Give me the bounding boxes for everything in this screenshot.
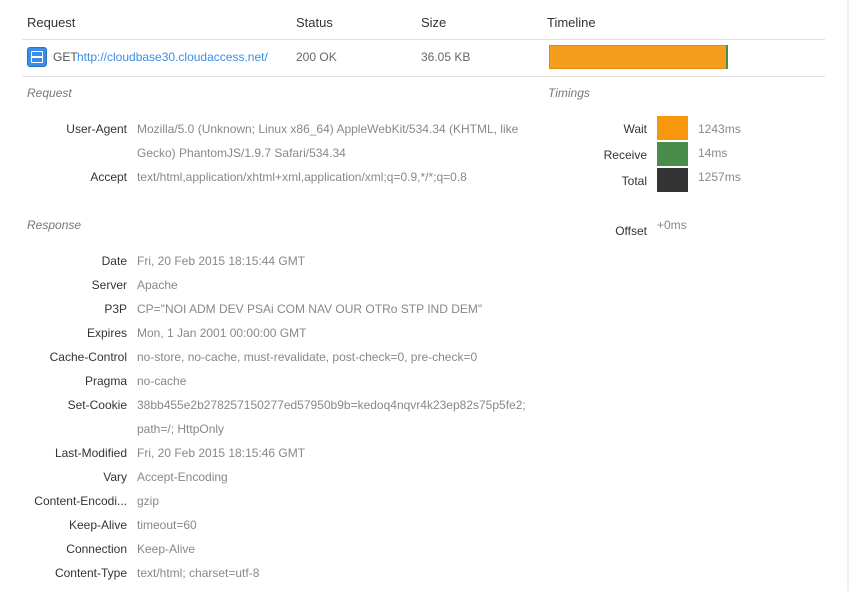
col-request: Request — [27, 15, 76, 30]
header-name: Set-Cookie — [67, 398, 127, 412]
request-size: 36.05 KB — [421, 50, 471, 64]
header-name: Pragma — [84, 374, 127, 388]
header-name: Accept — [90, 170, 127, 184]
header-value: no-store, no-cache, must-revalidate, pos… — [137, 350, 478, 364]
timing-total-value: 1257ms — [698, 170, 741, 184]
timing-receive-label: Receive — [603, 148, 647, 162]
header-name: Server — [91, 278, 127, 292]
header-value: Mozilla/5.0 (Unknown; Linux x86_64) Appl… — [137, 122, 519, 136]
col-status: Status — [296, 15, 333, 30]
header-value: Keep-Alive — [137, 542, 196, 556]
header-name: P3P — [104, 302, 127, 316]
header-name: Last-Modified — [54, 446, 127, 460]
request-method: GET — [53, 50, 78, 64]
timings-section-title: Timings — [548, 86, 590, 100]
header-name: Content-Type — [54, 566, 127, 580]
row-divider — [22, 76, 825, 77]
header-name: User-Agent — [66, 122, 127, 136]
request-status: 200 OK — [296, 50, 337, 64]
header-value: text/html,application/xhtml+xml,applicat… — [137, 170, 467, 184]
header-name: Vary — [103, 470, 127, 484]
request-section-title: Request — [27, 86, 72, 100]
header-value-cont: path=/; HttpOnly — [137, 422, 225, 436]
col-timeline: Timeline — [547, 15, 596, 30]
header-value: Fri, 20 Feb 2015 18:15:46 GMT — [137, 446, 306, 460]
collapse-icon[interactable] — [27, 47, 47, 67]
header-name: Expires — [86, 326, 127, 340]
timing-wait-value: 1243ms — [698, 122, 741, 136]
header-value: Fri, 20 Feb 2015 18:15:44 GMT — [137, 254, 306, 268]
timing-receive-swatch — [657, 142, 688, 166]
header-name: Cache-Control — [49, 350, 127, 364]
timeline-bar — [549, 45, 728, 69]
timing-wait-label: Wait — [623, 122, 647, 136]
timing-offset-value: +0ms — [657, 218, 687, 232]
col-size: Size — [421, 15, 447, 30]
header-name: Connection — [66, 542, 127, 556]
header-name: Keep-Alive — [68, 518, 127, 532]
timing-wait-swatch — [657, 116, 688, 140]
header-value-cont: Gecko) PhantomJS/1.9.7 Safari/534.34 — [137, 146, 346, 160]
header-value: no-cache — [137, 374, 187, 388]
header-name: Content-Encodi... — [34, 494, 127, 508]
header-value: 38bb455e2b278257150277ed57950b9b=kedoq4n… — [137, 398, 526, 412]
header-value: timeout=60 — [137, 518, 197, 532]
response-section-title: Response — [27, 218, 82, 232]
timing-offset-label: Offset — [615, 224, 647, 238]
column-header: Request Status Size Timeline — [0, 0, 849, 40]
request-row[interactable]: GET http://cloudbase30.cloudaccess.net/ … — [0, 40, 849, 76]
timing-receive-value: 14ms — [698, 146, 728, 160]
header-value: Accept-Encoding — [137, 470, 228, 484]
request-url-link[interactable]: http://cloudbase30.cloudaccess.net/ — [77, 50, 268, 64]
header-value: gzip — [137, 494, 160, 508]
timing-total-swatch — [657, 168, 688, 192]
header-value: Mon, 1 Jan 2001 00:00:00 GMT — [137, 326, 307, 340]
header-value: text/html; charset=utf-8 — [137, 566, 260, 580]
timing-total-label: Total — [621, 174, 647, 188]
header-name: Date — [101, 254, 127, 268]
header-value: Apache — [137, 278, 178, 292]
timeline-receive-segment — [726, 45, 728, 69]
header-value: CP="NOI ADM DEV PSAi COM NAV OUR OTRo ST… — [137, 302, 483, 316]
